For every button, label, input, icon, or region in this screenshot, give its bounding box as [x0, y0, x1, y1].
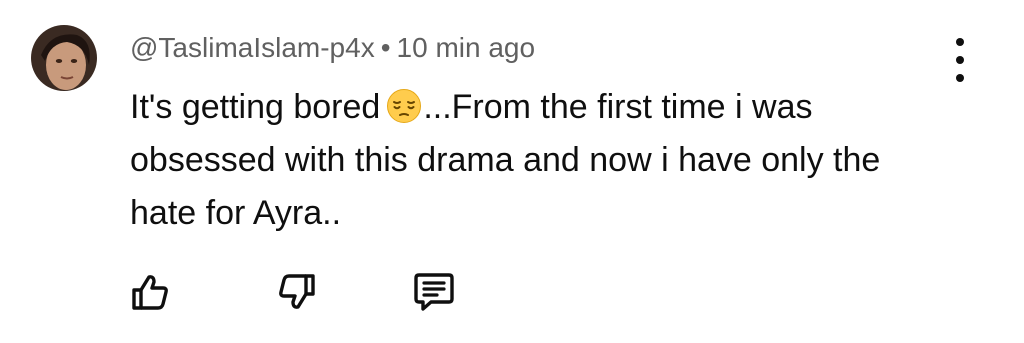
- more-dot: [956, 74, 964, 82]
- comment-text: It's getting bored ...From the first tim…: [130, 81, 950, 240]
- like-button[interactable]: [128, 270, 172, 314]
- dislike-button[interactable]: [275, 270, 319, 314]
- thumbs-down-icon: [279, 274, 315, 309]
- timestamp: 10 min ago: [396, 32, 536, 63]
- more-dot: [956, 38, 964, 46]
- comment-icon: [414, 273, 454, 311]
- thumbs-up-icon: [132, 275, 168, 310]
- more-vertical-icon[interactable]: [946, 38, 974, 82]
- meta-separator: •: [380, 32, 391, 63]
- comment-text-part: It's getting bored: [130, 88, 381, 126]
- more-dot: [956, 56, 964, 64]
- reply-button[interactable]: [412, 270, 456, 314]
- pensive-face-emoji: [386, 88, 422, 124]
- comment-meta: @TaslimaIslam-p4x • 10 min ago: [130, 28, 535, 68]
- author-handle[interactable]: @TaslimaIslam-p4x: [130, 32, 375, 63]
- user-avatar[interactable]: [31, 25, 97, 91]
- avatar-image: [31, 25, 97, 91]
